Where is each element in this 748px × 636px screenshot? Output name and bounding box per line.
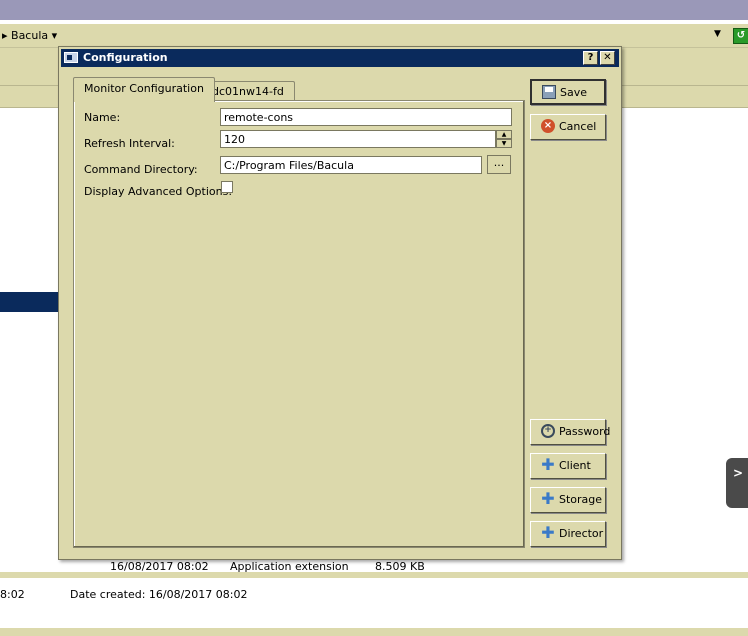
name-input[interactable] xyxy=(220,108,512,126)
password-button[interactable]: + Password xyxy=(530,419,610,445)
selected-row-highlight[interactable] xyxy=(0,292,60,312)
explorer-titlebar xyxy=(0,0,748,20)
cancel-icon: × xyxy=(541,119,555,133)
display-advanced-options-checkbox[interactable] xyxy=(221,181,233,193)
browse-directory-button[interactable]: ... xyxy=(487,155,511,174)
command-directory-label: Command Directory: xyxy=(84,163,198,176)
cancel-button[interactable]: × Cancel xyxy=(530,114,606,140)
tab-dc01nw14-fd[interactable]: dc01nw14-fd xyxy=(201,81,295,101)
close-button[interactable]: ✕ xyxy=(600,51,615,65)
password-button-label: Password xyxy=(559,425,611,438)
refresh-icon[interactable]: ↺ xyxy=(733,28,748,44)
address-dropdown-icon[interactable]: ▼ xyxy=(714,29,721,39)
details-date-created: Date created: 16/08/2017 08:02 xyxy=(70,588,248,601)
display-advanced-options-label: Display Advanced Options: xyxy=(84,185,233,198)
director-button-label: Director xyxy=(559,527,604,540)
details-pane: 8:02 Date created: 16/08/2017 08:02 xyxy=(0,572,748,628)
command-directory-input[interactable] xyxy=(220,156,482,174)
dialog-titlebar[interactable]: Configuration ? ✕ xyxy=(61,49,619,67)
save-button-label: Save xyxy=(560,86,588,99)
director-button[interactable]: ✚ Director xyxy=(530,521,606,547)
help-button[interactable]: ? xyxy=(583,51,598,65)
save-button[interactable]: Save xyxy=(530,79,606,105)
spin-up-icon[interactable]: ▲ xyxy=(496,130,512,139)
expand-side-panel-icon[interactable]: > xyxy=(726,458,748,508)
storage-button[interactable]: ✚ Storage xyxy=(530,487,606,513)
status-bar xyxy=(0,628,748,636)
plus-icon: ✚ xyxy=(541,489,555,508)
refresh-interval-label: Refresh Interval: xyxy=(84,137,175,150)
plus-icon: ✚ xyxy=(541,523,555,542)
details-time: 8:02 xyxy=(0,588,25,601)
breadcrumb[interactable]: ▸ Bacula ▾ xyxy=(2,29,57,42)
refresh-interval-stepper: ▲ ▼ xyxy=(496,130,512,148)
save-icon xyxy=(542,85,556,99)
key-icon: + xyxy=(541,424,555,438)
refresh-interval-input[interactable] xyxy=(220,130,496,148)
cancel-button-label: Cancel xyxy=(559,120,597,133)
tab-monitor-configuration[interactable]: Monitor Configuration xyxy=(73,77,215,102)
plus-icon: ✚ xyxy=(541,455,555,474)
window-app-icon xyxy=(64,52,78,63)
spin-down-icon[interactable]: ▼ xyxy=(496,139,512,148)
storage-button-label: Storage xyxy=(559,493,603,506)
monitor-configuration-panel: Name: Refresh Interval: ▲ ▼ Command Dire… xyxy=(73,100,525,548)
client-button[interactable]: ✚ Client xyxy=(530,453,606,479)
name-label: Name: xyxy=(84,111,121,124)
dialog-title: Configuration xyxy=(83,51,168,64)
configuration-dialog: Configuration ? ✕ Monitor Configuration … xyxy=(58,46,622,560)
client-button-label: Client xyxy=(559,459,591,472)
address-bar: ▸ Bacula ▾ ▼ ↺ xyxy=(0,24,748,48)
